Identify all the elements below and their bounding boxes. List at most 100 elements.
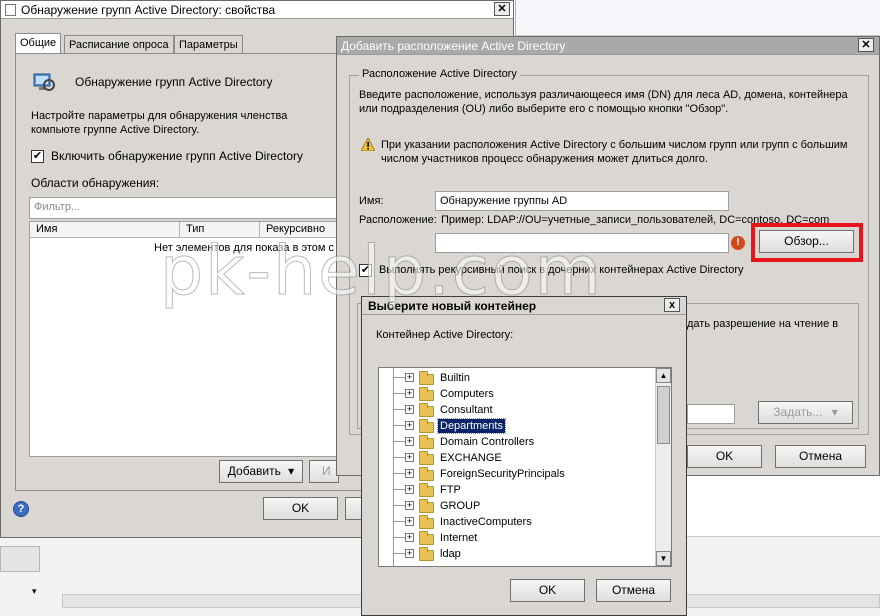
container-label: Контейнер Active Directory:	[376, 329, 514, 341]
ok-button[interactable]: OK	[510, 579, 585, 602]
add-button[interactable]: Добавить ▾	[219, 460, 303, 483]
tree-item-label[interactable]: Consultant	[438, 403, 495, 417]
cancel-button[interactable]: Отмена	[775, 445, 866, 468]
permission-text-partial: дать разрешение на чтение в	[687, 318, 839, 330]
tree-item-label[interactable]: Internet	[438, 531, 479, 545]
scopes-label: Области обнаружения:	[31, 176, 160, 190]
location-input[interactable]	[435, 233, 729, 253]
close-icon[interactable]: x	[664, 298, 680, 312]
container-tree[interactable]: + Builtin + Computers + Consultant + Department…	[378, 367, 672, 567]
background-window-edge	[515, 0, 880, 36]
tree-item-label[interactable]: ForeignSecurityPrincipals	[438, 467, 567, 481]
ok-button[interactable]: OK	[263, 497, 338, 520]
folder-icon	[419, 371, 434, 385]
scopes-list[interactable]: Имя Тип Рекурсивно Нет элементов для пок…	[29, 221, 340, 457]
expand-icon[interactable]: +	[405, 533, 414, 542]
tree-item[interactable]: + ldap	[379, 546, 655, 562]
tree-item[interactable]: + InactiveComputers	[379, 514, 655, 530]
location-group-title: Расположение Active Directory	[359, 68, 520, 80]
expand-icon[interactable]: +	[405, 421, 414, 430]
expand-icon[interactable]: +	[405, 437, 414, 446]
tree-item[interactable]: + EXCHANGE	[379, 450, 655, 466]
recursive-checkbox[interactable]: ✔	[359, 264, 372, 277]
set-button[interactable]: Задать... ▾	[758, 401, 853, 424]
background-list-item	[0, 546, 40, 572]
cancel-button[interactable]: Отмена	[596, 579, 671, 602]
enable-discovery-checkbox[interactable]: ✔	[31, 150, 44, 163]
name-input[interactable]: Обнаружение группы AD	[435, 191, 729, 211]
add-location-title: Добавить расположение Active Directory	[341, 39, 566, 53]
tree-item[interactable]: + Consultant	[379, 402, 655, 418]
location-description: Введите расположение, используя различаю…	[359, 89, 848, 115]
tree-item-label[interactable]: EXCHANGE	[438, 451, 504, 465]
tree-item-label[interactable]: Departments	[437, 418, 506, 434]
recursive-label: Выполнять рекурсивный поиск в дочерних к…	[379, 264, 744, 276]
column-recursive[interactable]: Рекурсивно	[266, 223, 325, 235]
tree-item-label[interactable]: InactiveComputers	[438, 515, 534, 529]
folder-icon	[419, 467, 434, 481]
expand-icon[interactable]: +	[405, 517, 414, 526]
expand-icon[interactable]: +	[405, 373, 414, 382]
tree-item-label[interactable]: Computers	[438, 387, 496, 401]
tree-item[interactable]: + Domain Controllers	[379, 434, 655, 450]
chevron-down-icon: ▾	[831, 405, 838, 419]
warning-icon	[360, 136, 376, 152]
edit-button[interactable]: И	[309, 460, 339, 483]
scroll-up-icon[interactable]: ▲	[656, 368, 671, 383]
empty-list-text: Нет элементов для показа в этом с	[154, 242, 334, 254]
column-type[interactable]: Тип	[186, 223, 204, 235]
tree-item-label[interactable]: Builtin	[438, 371, 472, 385]
tree-item-label[interactable]: GROUP	[438, 499, 482, 513]
window-icon	[5, 4, 16, 16]
column-name[interactable]: Имя	[36, 223, 57, 235]
tree-item[interactable]: + Internet	[379, 530, 655, 546]
properties-title: Обнаружение групп Active Directory: свой…	[21, 3, 276, 17]
expand-icon[interactable]: +	[405, 549, 414, 558]
column-divider	[179, 222, 180, 238]
tree-item-label[interactable]: Domain Controllers	[438, 435, 536, 449]
chevron-down-icon: ▾	[288, 464, 295, 478]
filter-input[interactable]: Фильтр...	[29, 197, 339, 219]
expand-icon[interactable]: +	[405, 501, 414, 510]
set-button-label: Задать...	[773, 405, 823, 419]
folder-icon	[419, 547, 434, 561]
tree-scrollbar[interactable]: ▲ ▼	[655, 368, 671, 566]
container-dialog: Выберите новый контейнер x Контейнер Act…	[361, 296, 687, 616]
folder-icon	[419, 451, 434, 465]
tree-item[interactable]: + ForeignSecurityPrincipals	[379, 466, 655, 482]
tree-item[interactable]: + Builtin	[379, 370, 655, 386]
tree-item[interactable]: + GROUP	[379, 498, 655, 514]
help-icon[interactable]: ?	[13, 501, 29, 517]
account-input[interactable]	[687, 404, 735, 424]
tree-item[interactable]: + FTP	[379, 482, 655, 498]
properties-titlebar: Обнаружение групп Active Directory: свой…	[1, 1, 513, 19]
close-icon[interactable]: ✕	[858, 38, 874, 52]
tree-item-label[interactable]: FTP	[438, 483, 463, 497]
folder-icon	[419, 515, 434, 529]
folder-icon	[419, 419, 434, 433]
expand-icon[interactable]: +	[405, 469, 414, 478]
tab-general[interactable]: Общие	[15, 33, 62, 54]
scroll-thumb[interactable]	[657, 386, 670, 444]
discovery-description: Настройте параметры для обнаружения член…	[31, 110, 288, 136]
expand-icon[interactable]: +	[405, 389, 414, 398]
tab-poll-schedule[interactable]: Расписание опроса	[64, 35, 174, 54]
add-button-label: Добавить	[227, 464, 281, 478]
tree-item[interactable]: + Departments	[379, 418, 655, 434]
scroll-down-icon[interactable]: ▼	[656, 551, 671, 566]
close-icon[interactable]: ✕	[494, 2, 510, 16]
discovery-icon	[31, 69, 55, 93]
tree-item[interactable]: + Computers	[379, 386, 655, 402]
tab-parameters[interactable]: Параметры	[174, 35, 243, 54]
add-location-titlebar: Добавить расположение Active Directory ✕	[337, 37, 879, 55]
expand-icon[interactable]: +	[405, 485, 414, 494]
name-label: Имя:	[359, 195, 384, 207]
column-divider	[259, 222, 260, 238]
browse-button[interactable]: Обзор...	[759, 230, 854, 253]
tree-item-label[interactable]: ldap	[438, 547, 463, 561]
folder-icon	[419, 499, 434, 513]
folder-icon	[419, 403, 434, 417]
ok-button[interactable]: OK	[687, 445, 762, 468]
expand-icon[interactable]: +	[405, 405, 414, 414]
expand-icon[interactable]: +	[405, 453, 414, 462]
